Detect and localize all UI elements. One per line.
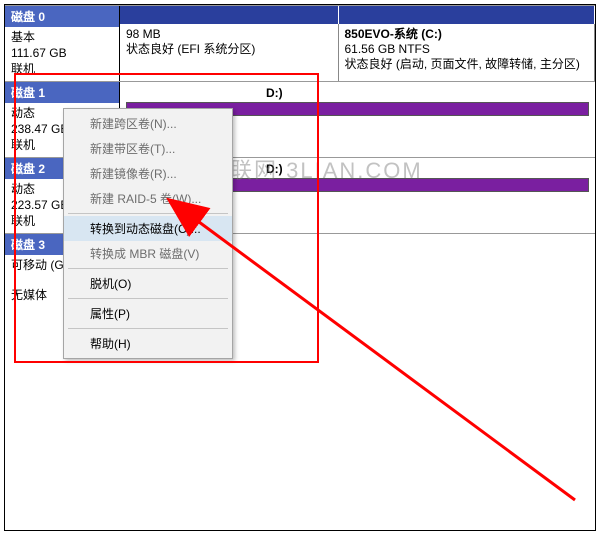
disk-1-title: 磁盘 1 [5, 82, 119, 103]
menu-separator [68, 268, 228, 269]
menu-item-help[interactable]: 帮助(H) [64, 331, 232, 356]
menu-item-convert-dynamic[interactable]: 转换到动态磁盘(C)... [64, 216, 232, 241]
disk-0-vol-a-size: 98 MB [126, 27, 332, 42]
context-menu: 新建跨区卷(N)... 新建带区卷(T)... 新建镜像卷(R)... 新建 R… [63, 108, 233, 359]
disk-0-volume-c[interactable]: 850EVO-系统 (C:) 61.56 GB NTFS 状态良好 (启动, 页… [339, 24, 596, 81]
menu-item-new-spanned: 新建跨区卷(N)... [64, 111, 232, 136]
disk-0-type: 基本 [7, 29, 117, 45]
disk-2-vol-label[interactable]: D:) [266, 162, 283, 176]
menu-item-new-mirror: 新建镜像卷(R)... [64, 161, 232, 186]
menu-item-convert-mbr: 转换成 MBR 磁盘(V) [64, 241, 232, 266]
disk-0-title: 磁盘 0 [5, 6, 119, 27]
menu-item-new-raid5: 新建 RAID-5 卷(W)... [64, 186, 232, 211]
menu-separator [68, 328, 228, 329]
disk-0-status: 联机 [7, 61, 117, 77]
menu-item-new-striped: 新建带区卷(T)... [64, 136, 232, 161]
disk-1-vol-label[interactable]: D:) [266, 86, 283, 100]
disk-0-vol-b-title: 850EVO-系统 (C:) [345, 27, 589, 42]
menu-separator [68, 213, 228, 214]
disk-0-volume-unnamed[interactable]: 98 MB 状态良好 (EFI 系统分区) [120, 24, 339, 81]
menu-item-properties[interactable]: 属性(P) [64, 301, 232, 326]
disk-0-summary[interactable]: 磁盘 0 基本 111.67 GB 联机 [5, 6, 120, 81]
disk-0-vol-b-note: 状态良好 (启动, 页面文件, 故障转储, 主分区) [345, 57, 589, 72]
disk-0-size: 111.67 GB [7, 45, 117, 61]
disk-row-0: 磁盘 0 基本 111.67 GB 联机 98 MB 状态良好 (EFI 系统分… [5, 5, 595, 81]
disk-0-vol-b-size: 61.56 GB NTFS [345, 42, 589, 57]
disk-0-vol-a-note: 状态良好 (EFI 系统分区) [126, 42, 332, 57]
disk-0-header-strip [120, 6, 595, 24]
menu-item-offline[interactable]: 脱机(O) [64, 271, 232, 296]
menu-separator [68, 298, 228, 299]
